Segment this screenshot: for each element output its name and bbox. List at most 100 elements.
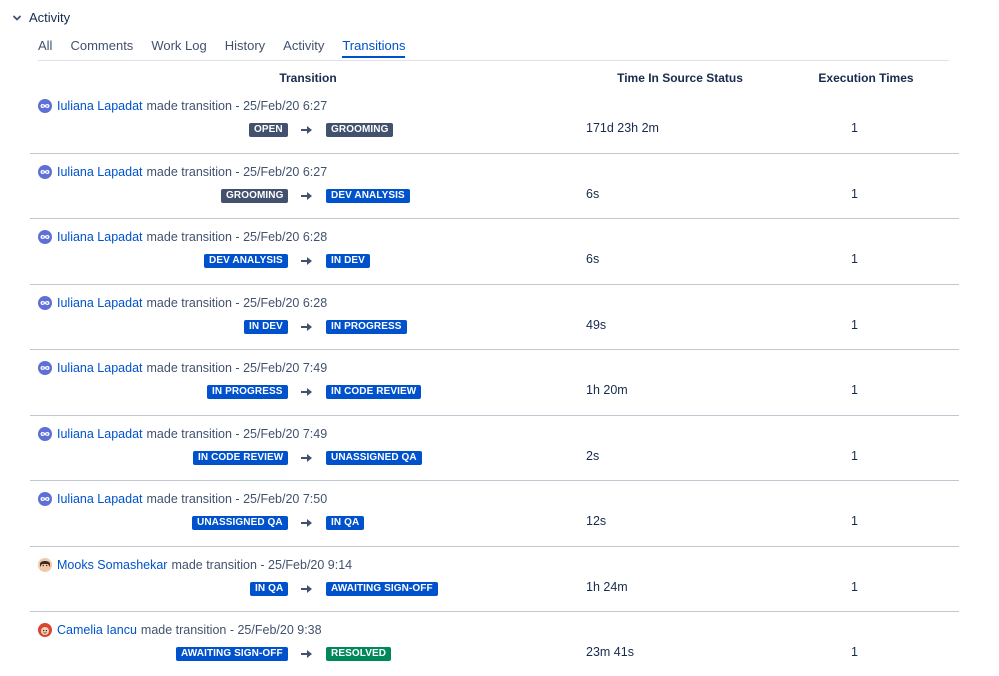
user-link[interactable]: Iuliana Lapadat — [57, 99, 143, 113]
execution-times: 1 — [851, 383, 858, 397]
user-link[interactable]: Iuliana Lapadat — [57, 361, 143, 375]
transition-meta: made transition - 25/Feb/20 6:27 — [146, 164, 328, 179]
transition-summary: Iuliana Lapadat made transition - 25/Feb/… — [38, 295, 327, 310]
transition-meta: made transition - 25/Feb/20 7:49 — [146, 361, 328, 375]
table-row: Mooks Somashekar made transition - 25/Feb… — [30, 547, 959, 612]
arrow-right-icon — [301, 257, 312, 265]
tab-history[interactable]: History — [225, 38, 265, 58]
time-in-source-status: 171d 23h 2m — [586, 121, 659, 135]
execution-times: 1 — [851, 121, 858, 135]
transition-summary: Camelia Iancu made transition - 25/Feb/20… — [38, 623, 322, 637]
arrow-right-icon — [301, 453, 312, 462]
user-link[interactable]: Iuliana Lapadat — [57, 230, 143, 244]
execution-times: 1 — [851, 317, 858, 332]
arrow-right-icon — [301, 322, 312, 331]
status-transition: UNASSIGNED QA IN QA — [30, 516, 586, 530]
tab-activity[interactable]: Activity — [283, 38, 324, 58]
transition-meta: made transition - 25/Feb/20 6:27 — [146, 99, 328, 113]
transition-summary: Iuliana Lapadat made transition - 25/Feb/… — [38, 361, 327, 375]
execution-times: 1 — [851, 579, 858, 594]
to-status-lozenge: IN CODE REVIEW — [326, 385, 422, 399]
transitions-table: Iuliana Lapadat made transition - 25/Feb/… — [30, 88, 959, 676]
transition-summary: Iuliana Lapadat made transition - 25/Feb/… — [38, 230, 327, 244]
infinity-avatar-icon — [38, 99, 52, 113]
table-row: Iuliana Lapadat made transition - 25/Feb/… — [30, 416, 959, 481]
transition-summary: Iuliana Lapadat made transition - 25/Feb/… — [38, 492, 327, 506]
arrow-right-icon — [301, 519, 312, 527]
from-status-lozenge: UNASSIGNED QA — [192, 516, 288, 530]
arrow-right-icon — [301, 191, 312, 200]
transition-summary: Mooks Somashekar made transition - 25/Feb… — [38, 557, 353, 572]
tab-comments[interactable]: Comments — [70, 38, 133, 58]
infinity-avatar-icon — [38, 295, 52, 310]
transition-meta: made transition - 25/Feb/20 9:14 — [171, 557, 353, 572]
arrow-right-icon — [301, 584, 312, 593]
to-status-lozenge: IN DEV — [326, 254, 370, 268]
table-row: Iuliana Lapadat made transition - 25/Feb/… — [30, 285, 959, 350]
time-in-source-status: 6s — [586, 252, 600, 266]
chevron-down-icon — [13, 15, 21, 20]
time-in-source-status: 49s — [586, 317, 607, 332]
transitions-panel: Activity All Comments Work Log History A… — [0, 0, 999, 676]
from-status-lozenge: GROOMING — [221, 188, 289, 203]
status-transition: GROOMING DEV ANALYSIS — [30, 188, 586, 203]
infinity-avatar-icon — [38, 164, 52, 179]
column-header-transition: Transition — [279, 71, 337, 85]
user-link[interactable]: Mooks Somashekar — [57, 558, 167, 572]
from-status-lozenge: IN DEV — [244, 319, 288, 334]
to-status-lozenge: GROOMING — [326, 123, 394, 137]
from-status-lozenge: OPEN — [249, 123, 288, 137]
time-in-source-status: 23m 41s — [586, 645, 634, 659]
table-row: Camelia Iancu made transition - 25/Feb/20… — [30, 612, 959, 676]
from-status-lozenge: IN PROGRESS — [207, 385, 288, 399]
from-status-lozenge: IN QA — [250, 581, 289, 596]
arrow-right-icon — [301, 126, 312, 134]
transition-meta: made transition - 25/Feb/20 6:28 — [146, 230, 328, 244]
activity-tabs: All Comments Work Log History Activity T… — [38, 38, 949, 61]
person-avatar-icon — [38, 557, 52, 572]
time-in-source-status: 1h 20m — [586, 383, 628, 397]
user-link[interactable]: Iuliana Lapadat — [57, 296, 143, 310]
table-row: Iuliana Lapadat made transition - 25/Feb/… — [30, 481, 959, 547]
user-link[interactable]: Iuliana Lapadat — [57, 165, 143, 179]
tab-transitions[interactable]: Transitions — [342, 38, 406, 58]
arrow-right-icon — [301, 650, 312, 658]
status-transition: IN PROGRESS IN CODE REVIEW — [30, 385, 586, 399]
tab-work-log[interactable]: Work Log — [151, 38, 206, 58]
activity-section-toggle[interactable]: Activity — [11, 10, 70, 25]
to-status-lozenge: UNASSIGNED QA — [326, 450, 422, 465]
from-status-lozenge: AWAITING SIGN-OFF — [176, 647, 288, 661]
table-row: Iuliana Lapadat made transition - 25/Feb/… — [30, 350, 959, 416]
status-transition: IN CODE REVIEW UNASSIGNED QA — [30, 450, 586, 465]
table-row: Iuliana Lapadat made transition - 25/Feb/… — [30, 154, 959, 219]
time-in-source-status: 6s — [586, 186, 600, 201]
column-header-time-in-source-status: Time In Source Status — [617, 71, 743, 85]
status-transition: IN QA AWAITING SIGN-OFF — [30, 581, 586, 596]
status-transition: OPEN GROOMING — [30, 123, 586, 137]
table-row: Iuliana Lapadat made transition - 25/Feb/… — [30, 219, 959, 285]
time-in-source-status: 12s — [586, 514, 607, 528]
user-link[interactable]: Iuliana Lapadat — [57, 427, 143, 441]
transition-meta: made transition - 25/Feb/20 7:50 — [146, 492, 328, 506]
cartoon-avatar-icon — [38, 623, 52, 637]
infinity-avatar-icon — [38, 361, 52, 375]
section-title: Activity — [29, 10, 71, 25]
execution-times: 1 — [851, 186, 858, 201]
to-status-lozenge: RESOLVED — [326, 647, 392, 661]
execution-times: 1 — [851, 514, 858, 528]
from-status-lozenge: IN CODE REVIEW — [193, 450, 289, 465]
column-header-execution-times: Execution Times — [818, 71, 914, 85]
execution-times: 1 — [851, 645, 858, 659]
from-status-lozenge: DEV ANALYSIS — [204, 254, 288, 268]
user-link[interactable]: Camelia Iancu — [57, 623, 137, 637]
status-transition: AWAITING SIGN-OFF RESOLVED — [30, 647, 586, 661]
transition-meta: made transition - 25/Feb/20 9:38 — [140, 623, 322, 637]
time-in-source-status: 2s — [586, 448, 600, 463]
to-status-lozenge: DEV ANALYSIS — [326, 188, 410, 203]
user-link[interactable]: Iuliana Lapadat — [57, 492, 143, 506]
transition-summary: Iuliana Lapadat made transition - 25/Feb/… — [38, 164, 328, 179]
status-transition: IN DEV IN PROGRESS — [30, 319, 586, 334]
tab-all[interactable]: All — [38, 38, 52, 58]
execution-times: 1 — [851, 448, 858, 463]
execution-times: 1 — [851, 252, 858, 266]
